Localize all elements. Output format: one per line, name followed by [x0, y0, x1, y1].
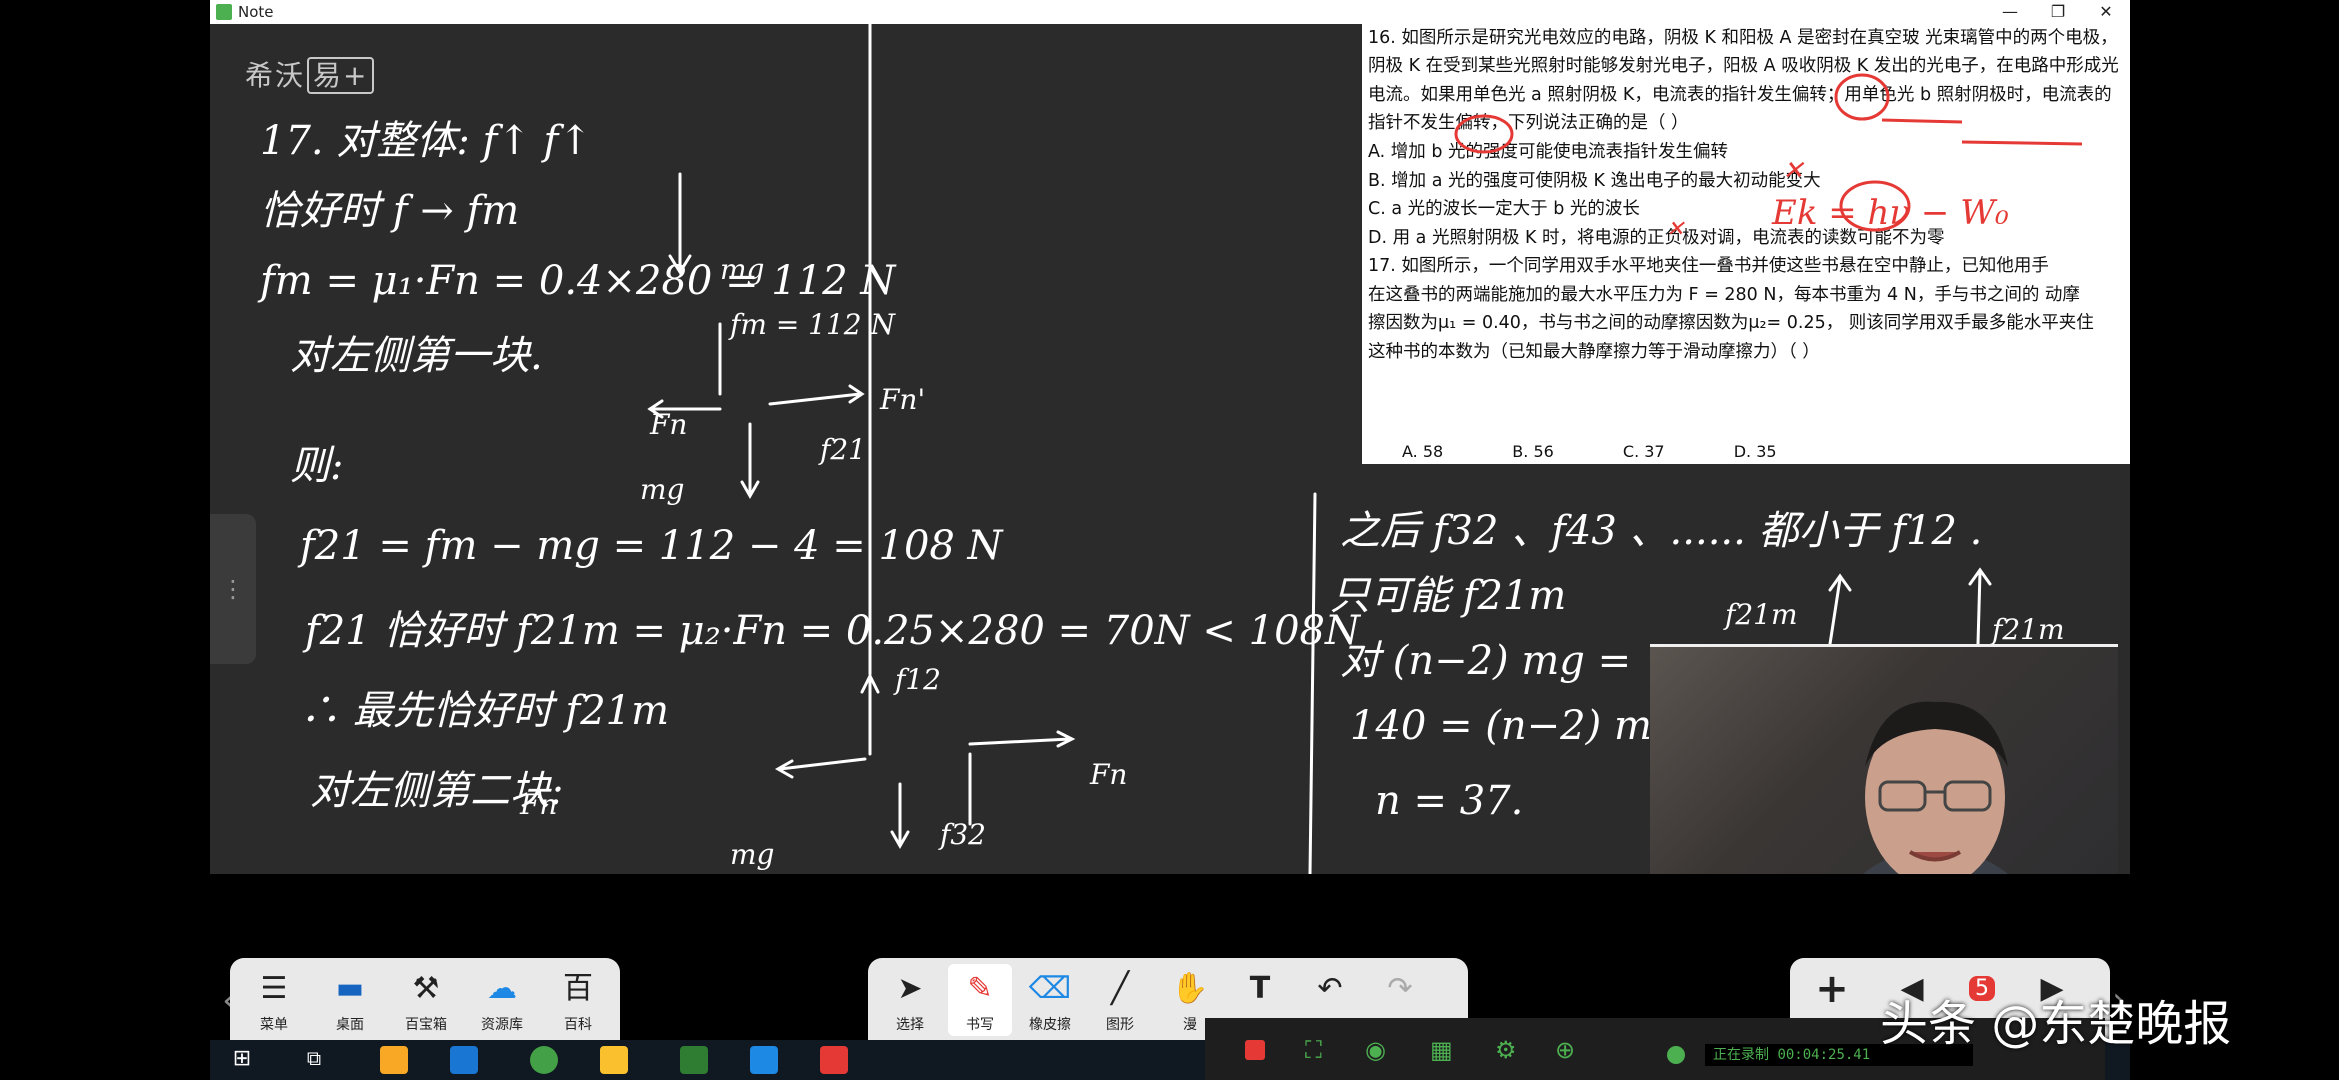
- library-icon: ☁: [487, 971, 517, 1006]
- encyclopedia-icon: 百: [563, 971, 593, 1006]
- watermark: 头条 @东楚晚报: [1880, 996, 2232, 1052]
- select-tool[interactable]: ➤ 选择: [878, 964, 942, 1036]
- globe-icon[interactable]: ⊕: [1555, 1036, 1575, 1064]
- desktop-button[interactable]: ▬ 桌面: [318, 964, 382, 1036]
- tool-label: 图形: [1106, 1017, 1134, 1033]
- hw-label: Fn: [1089, 758, 1127, 791]
- hw-line: ∴ 最先恰好时 f21m: [300, 688, 669, 734]
- hw-line: 之后 f32 、f43 、...... 都小于 f12 .: [1340, 508, 1982, 554]
- minimize-button[interactable]: —: [1988, 0, 2032, 24]
- hw-label: f32: [938, 818, 986, 851]
- cursor-icon: ➤: [897, 971, 923, 1006]
- text-icon: T: [1249, 971, 1271, 1006]
- library-button[interactable]: ☁ 资源库: [470, 964, 534, 1036]
- stop-record-icon[interactable]: [1245, 1040, 1265, 1060]
- pen-tool[interactable]: ✎ 书写: [948, 964, 1012, 1036]
- recorder-icon[interactable]: [820, 1046, 848, 1074]
- line-icon: ╱: [1110, 971, 1130, 1006]
- eraser-icon: ⌫: [1028, 971, 1072, 1006]
- red-annotations: Ek = hν − W₀ ✕ ✕ +: [1454, 73, 2083, 242]
- webcam-overlay: [1650, 644, 2118, 874]
- recording-time: 00:04:25.41: [1777, 1047, 1871, 1063]
- hw-label: f21m: [1990, 613, 2065, 646]
- left-toolbar: ☰ 菜单 ▬ 桌面 ⚒ 百宝箱 ☁ 资源库 百 百科: [230, 958, 620, 1046]
- plus-icon: +: [1815, 966, 1849, 1012]
- tool-label: 橡皮擦: [1029, 1017, 1071, 1033]
- redo-icon: ↷: [1387, 971, 1413, 1006]
- hw-line: 140 = (n−2) m: [1350, 703, 1652, 749]
- menu-icon: ☰: [260, 971, 288, 1006]
- encyclopedia-button[interactable]: 百 百科: [546, 964, 610, 1036]
- hw-label: f21m: [1723, 598, 1798, 631]
- x-mark: ✕: [1666, 217, 1685, 242]
- undo-icon: ↶: [1317, 971, 1343, 1006]
- browser-icon[interactable]: [530, 1046, 558, 1074]
- hw-line: 对 (n−2) mg =: [1340, 638, 1631, 684]
- tool-label: 书写: [966, 1017, 994, 1033]
- tool-label: 百宝箱: [405, 1017, 447, 1033]
- toolbox-button[interactable]: ⚒ 百宝箱: [394, 964, 458, 1036]
- store-icon[interactable]: [450, 1046, 478, 1074]
- hw-label: Fn': [879, 383, 925, 416]
- hw-label: Fn: [519, 788, 557, 821]
- easinote-icon[interactable]: [680, 1046, 708, 1074]
- window-title: Note: [238, 3, 274, 21]
- window-titlebar: Note — ❐ ✕: [210, 0, 2130, 24]
- app-icon[interactable]: [750, 1046, 778, 1074]
- hand-icon: ✋: [1171, 971, 1209, 1006]
- redo-button[interactable]: ↷: [1368, 964, 1432, 1014]
- fullscreen-icon[interactable]: ⛶: [1305, 1036, 1322, 1064]
- undo-button[interactable]: ↶: [1298, 964, 1362, 1014]
- maximize-button[interactable]: ❐: [2036, 0, 2080, 24]
- shape-tool[interactable]: ╱ 图形: [1088, 964, 1152, 1036]
- file-explorer-icon[interactable]: [380, 1046, 408, 1074]
- film-icon[interactable]: ▦: [1430, 1036, 1453, 1064]
- close-button[interactable]: ✕: [2084, 0, 2128, 24]
- settings-icon[interactable]: ⚙: [1495, 1036, 1517, 1064]
- ek-formula: Ek = hν − W₀: [1771, 193, 2009, 233]
- tool-label: 桌面: [336, 1017, 364, 1033]
- hw-label: mg: [730, 838, 774, 871]
- eraser-tool[interactable]: ⌫ 橡皮擦: [1018, 964, 1082, 1036]
- hw-line: 则:: [290, 443, 343, 489]
- hw-line: f21 = fm − mg = 112 − 4 = 108 N: [297, 523, 1005, 569]
- pen-icon: ✎: [967, 971, 993, 1006]
- hw-label: f12: [893, 663, 941, 696]
- task-view-icon[interactable]: ⧉: [300, 1046, 328, 1074]
- hw-line: 17. 对整体: f↑ f↑: [260, 118, 592, 164]
- problem-image[interactable]: 16. 如图所示是研究光电效应的电路，阴极 K 和阳极 A 是密封在真空玻 光束…: [1362, 24, 2130, 464]
- hw-line: fm = μ₁·Fn = 0.4×280 = 112 N: [257, 258, 897, 304]
- app-icon: [216, 4, 232, 20]
- hw-line: 恰好时 f → fm: [260, 188, 519, 234]
- hw-label: mg: [640, 473, 684, 506]
- hw-label: f21: [818, 433, 866, 466]
- hw-line: 只可能 f21m: [1330, 573, 1566, 619]
- desktop-icon: ▬: [335, 971, 365, 1006]
- hw-label: mg: [720, 253, 764, 286]
- folder-icon[interactable]: [600, 1046, 628, 1074]
- tool-label: 选择: [896, 1017, 924, 1033]
- hw-line: n = 37.: [1375, 778, 1523, 824]
- recording-indicator: [1667, 1046, 1685, 1064]
- tool-label: 资源库: [481, 1017, 523, 1033]
- text-tool[interactable]: T: [1228, 964, 1292, 1014]
- hw-line: 对左侧第一块.: [290, 333, 543, 379]
- whiteboard-canvas[interactable]: 希沃 易+ ⋮ 17. 对整体: f↑ f↑ 恰好时 f → fm fm = μ₁…: [210, 24, 2130, 874]
- tool-label: 百科: [564, 1017, 592, 1033]
- swirl-icon[interactable]: ◉: [1365, 1036, 1386, 1064]
- tool-label: 菜单: [260, 1017, 288, 1033]
- toolbox-icon: ⚒: [412, 971, 440, 1006]
- x-mark: ✕: [1782, 156, 1805, 186]
- menu-button[interactable]: ☰ 菜单: [242, 964, 306, 1036]
- add-page-button[interactable]: +: [1800, 964, 1864, 1014]
- presenter-avatar: [1863, 701, 2008, 874]
- windows-start-icon[interactable]: ⊞: [228, 1046, 256, 1074]
- hw-line: f21 恰好时 f21m = μ₂·Fn = 0.25×280 = 70N < …: [302, 608, 1362, 654]
